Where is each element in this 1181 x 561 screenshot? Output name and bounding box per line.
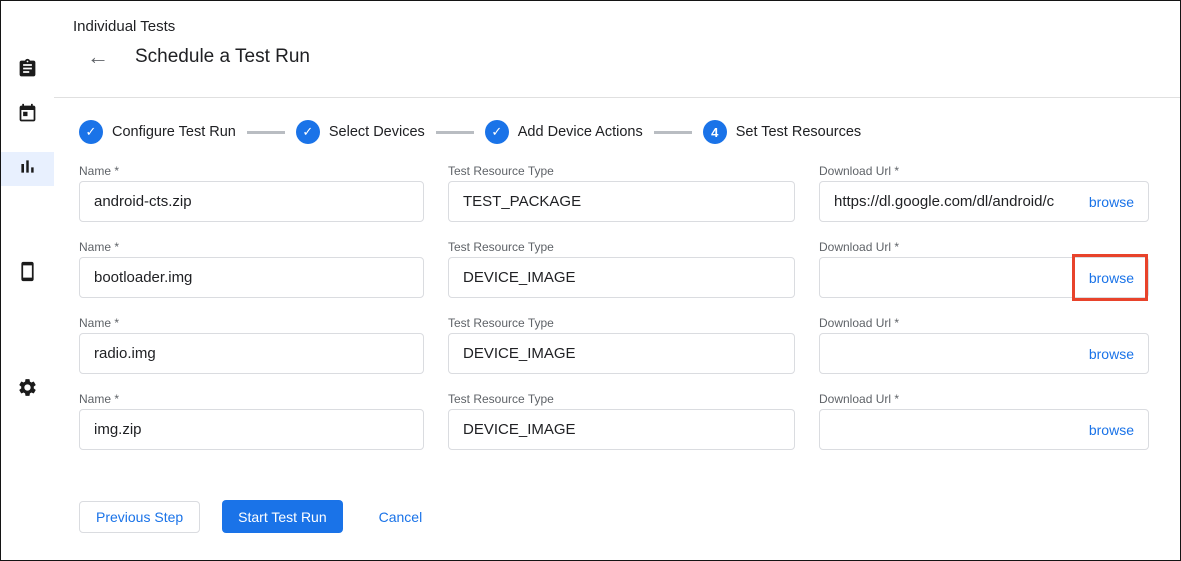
field-label: Name * [79, 392, 424, 406]
back-arrow-icon: ← [87, 44, 109, 70]
download-url-input[interactable]: https://dl.google.com/dl/android/c brows… [819, 181, 1149, 222]
field-label: Name * [79, 164, 424, 178]
field-group-name: Name * bootloader.img [79, 240, 424, 298]
step-connector [247, 131, 285, 134]
field-group-type: Test Resource Type DEVICE_IMAGE [448, 240, 795, 298]
step-configure-test-run[interactable]: ✓ Configure Test Run [79, 120, 236, 144]
resource-type-input[interactable]: DEVICE_IMAGE [448, 257, 795, 298]
field-group-url: Download Url * browse [819, 316, 1149, 374]
previous-step-button[interactable]: Previous Step [79, 501, 200, 533]
browse-link[interactable]: browse [1089, 194, 1134, 210]
field-label: Download Url * [819, 164, 1149, 178]
step-check-icon: ✓ [485, 120, 509, 144]
field-label: Name * [79, 316, 424, 330]
download-url-input[interactable]: browse [819, 409, 1149, 450]
name-input[interactable]: bootloader.img [79, 257, 424, 298]
schedule-icon [17, 103, 38, 129]
step-connector [436, 131, 474, 134]
sidebar-item-tests[interactable] [1, 54, 54, 88]
step-number-badge: 4 [703, 120, 727, 144]
field-group-name: Name * radio.img [79, 316, 424, 374]
step-set-test-resources[interactable]: 4 Set Test Resources [703, 120, 861, 144]
field-label: Download Url * [819, 392, 1149, 406]
test-resources-form: Name * android-cts.zip Test Resource Typ… [79, 164, 1149, 450]
back-button[interactable]: ← [85, 44, 111, 70]
browse-link[interactable]: browse [1089, 346, 1134, 362]
sidebar-item-reports[interactable] [1, 152, 54, 186]
field-group-url: Download Url * browse [819, 240, 1149, 298]
section-title: Individual Tests [73, 18, 1180, 35]
devices-icon [17, 261, 38, 287]
field-label: Test Resource Type [448, 392, 795, 406]
field-label: Test Resource Type [448, 240, 795, 254]
field-group-url: Download Url * browse [819, 392, 1149, 450]
download-url-input[interactable]: browse [819, 257, 1149, 298]
stepper: ✓ Configure Test Run ✓ Select Devices ✓ … [79, 120, 1180, 144]
sidebar [1, 1, 54, 560]
browse-link[interactable]: browse [1089, 270, 1134, 286]
sidebar-item-devices[interactable] [1, 257, 54, 291]
start-test-run-button[interactable]: Start Test Run [222, 500, 342, 533]
page-title: Schedule a Test Run [135, 46, 310, 68]
step-check-icon: ✓ [79, 120, 103, 144]
step-connector [654, 131, 692, 134]
main-content: Individual Tests ← Schedule a Test Run ✓… [54, 1, 1180, 560]
field-label: Download Url * [819, 316, 1149, 330]
reports-icon [17, 156, 38, 182]
field-group-type: Test Resource Type DEVICE_IMAGE [448, 316, 795, 374]
field-group-url: Download Url * https://dl.google.com/dl/… [819, 164, 1149, 222]
form-actions: Previous Step Start Test Run Cancel [79, 500, 1180, 533]
name-input[interactable]: img.zip [79, 409, 424, 450]
browse-link[interactable]: browse [1089, 422, 1134, 438]
sidebar-item-settings[interactable] [1, 373, 54, 407]
sidebar-item-schedule[interactable] [1, 99, 54, 133]
field-label: Test Resource Type [448, 316, 795, 330]
step-select-devices[interactable]: ✓ Select Devices [296, 120, 425, 144]
tests-icon [17, 58, 38, 84]
name-input[interactable]: android-cts.zip [79, 181, 424, 222]
resource-type-input[interactable]: TEST_PACKAGE [448, 181, 795, 222]
name-input[interactable]: radio.img [79, 333, 424, 374]
step-check-icon: ✓ [296, 120, 320, 144]
field-group-type: Test Resource Type DEVICE_IMAGE [448, 392, 795, 450]
schedule-test-run-page: Individual Tests ← Schedule a Test Run ✓… [0, 0, 1181, 561]
page-header: Individual Tests ← Schedule a Test Run [54, 1, 1180, 98]
field-group-name: Name * android-cts.zip [79, 164, 424, 222]
resource-type-input[interactable]: DEVICE_IMAGE [448, 409, 795, 450]
field-label: Test Resource Type [448, 164, 795, 178]
field-group-name: Name * img.zip [79, 392, 424, 450]
settings-icon [17, 377, 38, 403]
step-add-device-actions[interactable]: ✓ Add Device Actions [485, 120, 643, 144]
field-group-type: Test Resource Type TEST_PACKAGE [448, 164, 795, 222]
field-label: Download Url * [819, 240, 1149, 254]
cancel-button[interactable]: Cancel [379, 509, 423, 525]
download-url-input[interactable]: browse [819, 333, 1149, 374]
field-label: Name * [79, 240, 424, 254]
resource-type-input[interactable]: DEVICE_IMAGE [448, 333, 795, 374]
download-url-value: https://dl.google.com/dl/android/c [834, 193, 1081, 210]
